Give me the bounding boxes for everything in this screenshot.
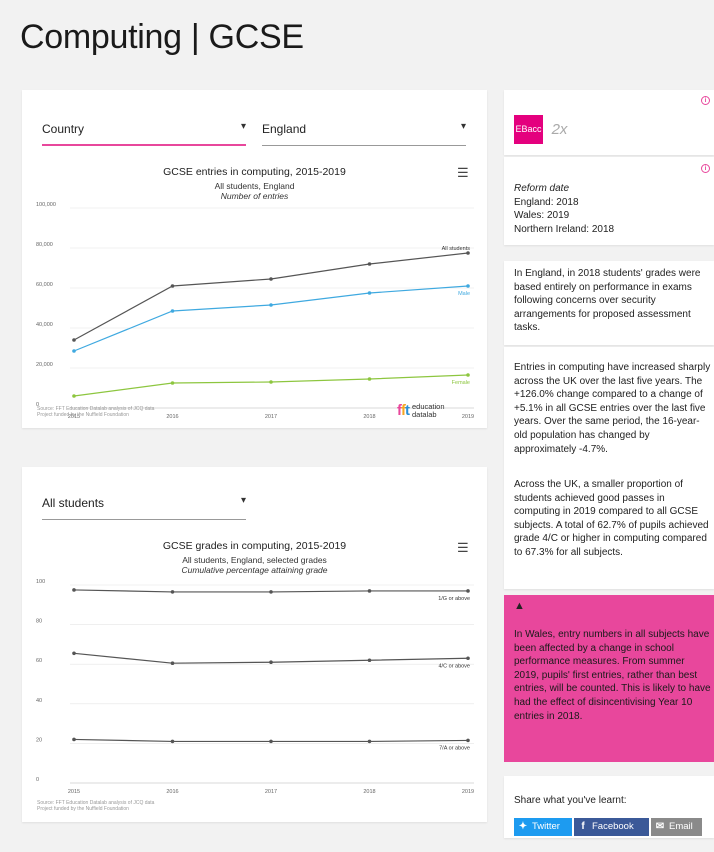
info-icon[interactable]: i [701, 164, 710, 173]
series-label: Male [458, 291, 470, 297]
x-tick-label: 2016 [166, 789, 178, 795]
data-point[interactable] [367, 262, 372, 266]
email-share-button[interactable]: ✉ Email [651, 818, 702, 836]
data-point[interactable] [269, 303, 273, 307]
data-point[interactable] [367, 658, 372, 663]
data-point[interactable] [72, 588, 76, 592]
grades-source-note: Source: FFT Education Datalab analysis o… [37, 800, 155, 812]
england-note-text: In England, in 2018 students' grades wer… [514, 268, 701, 334]
y-tick-label: 80,000 [36, 242, 53, 248]
education-datalab-logo: fft education datalab [397, 401, 445, 419]
series-label: All students [442, 246, 471, 252]
data-point[interactable] [170, 661, 175, 666]
series-line[interactable] [73, 374, 469, 397]
info-icon[interactable]: i [701, 96, 710, 105]
series-label: Female [452, 380, 470, 386]
fft-logo-icon: fft [397, 402, 410, 419]
reform-wales: Wales: 2019 [514, 210, 570, 222]
data-point[interactable] [170, 309, 175, 313]
data-point[interactable] [367, 739, 372, 744]
data-point[interactable] [72, 394, 76, 398]
entries-summary-text: Entries in computing have increased shar… [514, 362, 711, 455]
summary-card: Entries in computing have increased shar… [504, 347, 714, 589]
twitter-icon: ✦ [518, 821, 528, 832]
x-tick-label: 2017 [265, 789, 277, 795]
y-tick-label: 40 [36, 698, 42, 704]
y-tick-label: 100,000 [36, 202, 56, 208]
grades-line-chart: 0 20 40 60 80 100 2015 2016 2017 2018 2019 1/G or a… [36, 579, 474, 795]
entries-chart-card: Country ▾ England ▾ GCSE entries in comp… [22, 90, 487, 428]
reform-northern-ireland: Northern Ireland: 2018 [514, 223, 615, 235]
x-tick-label: 2018 [363, 414, 375, 420]
wales-warning-text: In Wales, entry numbers in all subjects … [514, 629, 711, 722]
facebook-icon: f [581, 821, 585, 832]
data-point[interactable] [269, 739, 273, 744]
y-tick-label: 0 [36, 777, 39, 783]
twox-badge[interactable]: 2x [545, 115, 574, 144]
x-tick-label: 2016 [166, 414, 178, 420]
facebook-share-button[interactable]: f Facebook [574, 818, 649, 836]
data-point[interactable] [72, 737, 76, 742]
y-tick-label: 40,000 [36, 322, 53, 328]
data-point[interactable] [170, 284, 175, 288]
data-point[interactable] [170, 590, 175, 594]
data-point[interactable] [170, 381, 175, 385]
x-tick-label: 2018 [363, 789, 375, 795]
passes-summary-text: Across the UK, a smaller proportion of s… [514, 479, 709, 558]
data-point[interactable] [466, 738, 470, 743]
data-point[interactable] [367, 377, 372, 381]
ebacc-card: EBacc 2x i [504, 90, 714, 155]
y-tick-label: 80 [36, 619, 42, 625]
data-point[interactable] [466, 284, 470, 288]
data-point[interactable] [72, 651, 76, 656]
reform-heading: Reform date [514, 183, 570, 194]
reform-england: England: 2018 [514, 196, 579, 208]
data-point[interactable] [269, 660, 273, 665]
data-point[interactable] [72, 349, 76, 353]
grades-chart-card: All students ▾ GCSE grades in computing,… [22, 467, 487, 822]
x-tick-label: 2019 [462, 414, 474, 420]
series-label: 1/G or above [438, 596, 470, 602]
x-tick-label: 2015 [68, 789, 80, 795]
data-point[interactable] [269, 380, 273, 384]
data-point[interactable] [466, 589, 470, 593]
data-point[interactable] [367, 589, 372, 593]
page-title: Computing | GCSE [20, 18, 304, 56]
share-card: Share what you've learnt: ✦ Twitter f Fa… [504, 776, 714, 838]
england-note-card: In England, in 2018 students' grades wer… [504, 261, 714, 345]
entries-source-note: Source: FFT Education Datalab analysis o… [37, 406, 155, 418]
series-label: 7/A or above [439, 745, 470, 751]
data-point[interactable] [170, 739, 175, 744]
data-point[interactable] [367, 291, 372, 295]
reform-date-card: i Reform date England: 2018 Wales: 2019 … [504, 157, 714, 245]
entries-line-chart: 020,00040,00060,00080,000100,0002015 2016… [36, 202, 474, 420]
x-tick-label: 2017 [265, 414, 277, 420]
y-tick-label: 20 [36, 737, 42, 743]
data-point[interactable] [72, 338, 76, 342]
series-label: 4/C or above [439, 663, 471, 669]
share-heading: Share what you've learnt: [514, 795, 627, 806]
wales-warning-box: ▲ In Wales, entry numbers in all subject… [504, 595, 714, 762]
email-icon: ✉ [655, 821, 665, 832]
data-point[interactable] [466, 373, 470, 377]
data-point[interactable] [466, 656, 470, 661]
y-tick-label: 100 [36, 579, 45, 585]
x-tick-label: 2019 [462, 789, 474, 795]
data-point[interactable] [269, 590, 273, 594]
twitter-share-button[interactable]: ✦ Twitter [514, 818, 572, 836]
data-point[interactable] [269, 277, 273, 281]
y-tick-label: 60,000 [36, 282, 53, 288]
y-tick-label: 20,000 [36, 362, 53, 368]
warning-icon: ▲ [514, 600, 525, 612]
ebacc-badge[interactable]: EBacc [514, 115, 543, 144]
series-line[interactable] [73, 285, 469, 352]
y-tick-label: 60 [36, 658, 42, 664]
